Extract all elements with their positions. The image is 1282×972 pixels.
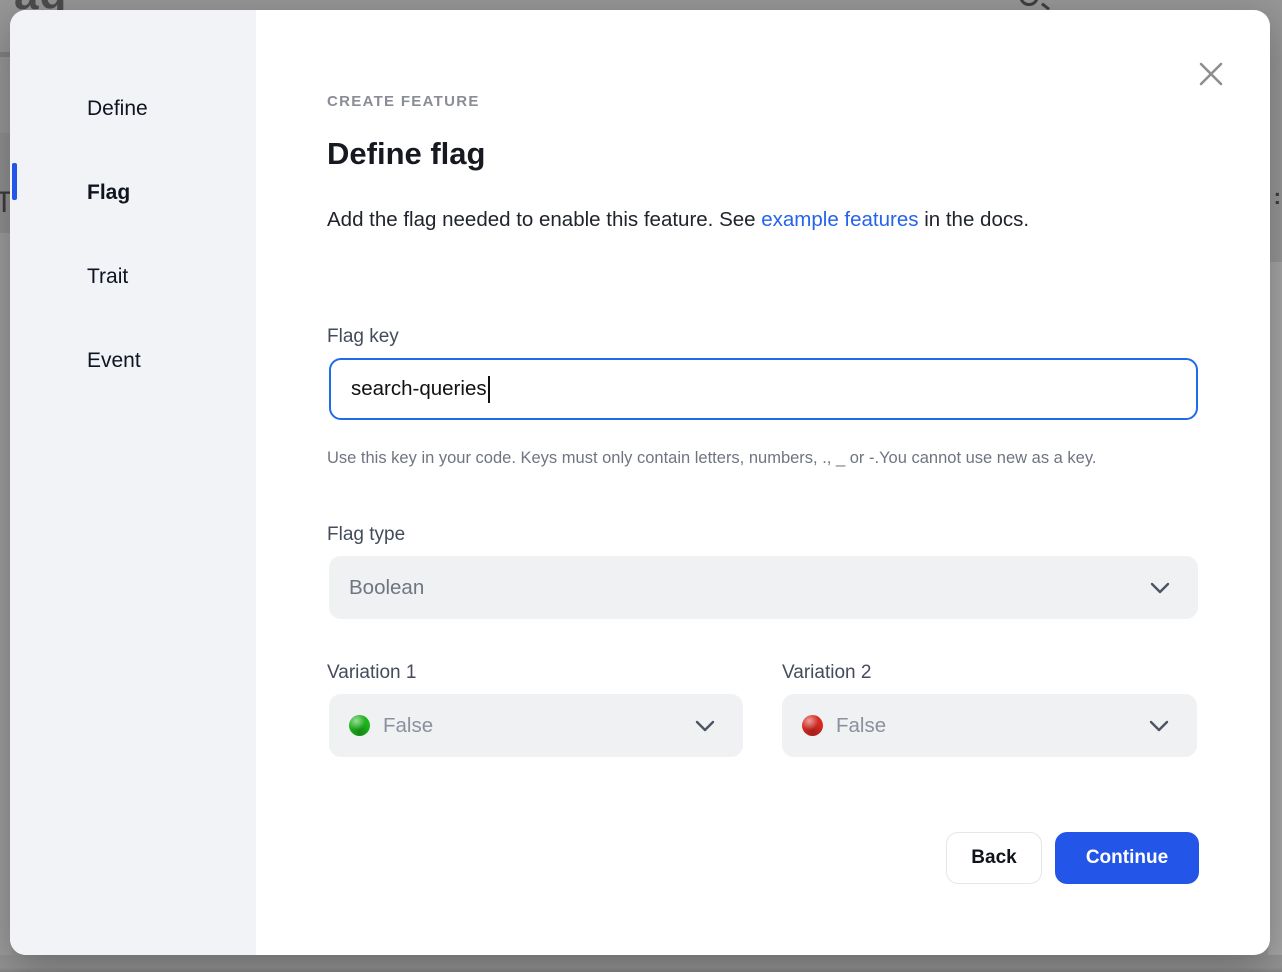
green-dot-icon: [349, 715, 370, 736]
variation-1-value: False: [383, 714, 433, 738]
flag-type-label: Flag type: [327, 524, 405, 546]
sidebar-item-event[interactable]: Event: [87, 349, 141, 373]
background-panel-fragment: [1268, 262, 1282, 955]
description-after-link: in the docs.: [919, 208, 1030, 231]
flag-key-help-text: Use this key in your code. Keys must onl…: [327, 446, 1183, 470]
chevron-down-icon: [695, 720, 715, 732]
variation-1-label: Variation 1: [327, 662, 416, 684]
variation-2-label: Variation 2: [782, 662, 871, 684]
continue-button[interactable]: Continue: [1055, 832, 1199, 884]
variation-2-value: False: [836, 714, 886, 738]
chevron-down-icon: [1150, 582, 1170, 594]
sidebar-item-trait[interactable]: Trait: [87, 265, 128, 289]
close-button[interactable]: [1196, 59, 1226, 89]
modal-content: CREATE FEATURE Define flag Add the flag …: [327, 10, 1199, 955]
red-dot-icon: [802, 715, 823, 736]
example-features-link[interactable]: example features: [761, 208, 918, 231]
eyebrow-label: CREATE FEATURE: [327, 93, 480, 110]
background-bottom-strip: [0, 955, 1282, 972]
flag-type-select[interactable]: Boolean: [329, 556, 1198, 619]
create-feature-modal: Define Flag Trait Event CREATE FEATURE D…: [10, 10, 1270, 955]
close-icon: [1198, 61, 1224, 87]
wizard-steps-sidebar: Define Flag Trait Event: [10, 10, 256, 955]
back-button[interactable]: Back: [946, 832, 1042, 884]
sidebar-item-define[interactable]: Define: [87, 97, 148, 121]
flag-type-value: Boolean: [349, 576, 424, 600]
description-before-link: Add the flag needed to enable this featu…: [327, 208, 761, 231]
text-cursor: [488, 376, 490, 403]
variation-1-select[interactable]: False: [329, 694, 743, 757]
flag-key-value: search-queries: [351, 377, 487, 401]
flag-key-input[interactable]: search-queries: [329, 358, 1198, 420]
description-text: Add the flag needed to enable this featu…: [327, 202, 1149, 238]
search-icon-fragment: [1019, 0, 1039, 6]
active-step-indicator: [12, 163, 17, 200]
variation-2-select[interactable]: False: [782, 694, 1197, 757]
chevron-down-icon: [1149, 720, 1169, 732]
flag-key-label: Flag key: [327, 326, 399, 348]
sidebar-item-flag[interactable]: Flag: [87, 181, 130, 205]
background-text-fragment: :: [1274, 184, 1281, 210]
page-title: Define flag: [327, 136, 485, 172]
